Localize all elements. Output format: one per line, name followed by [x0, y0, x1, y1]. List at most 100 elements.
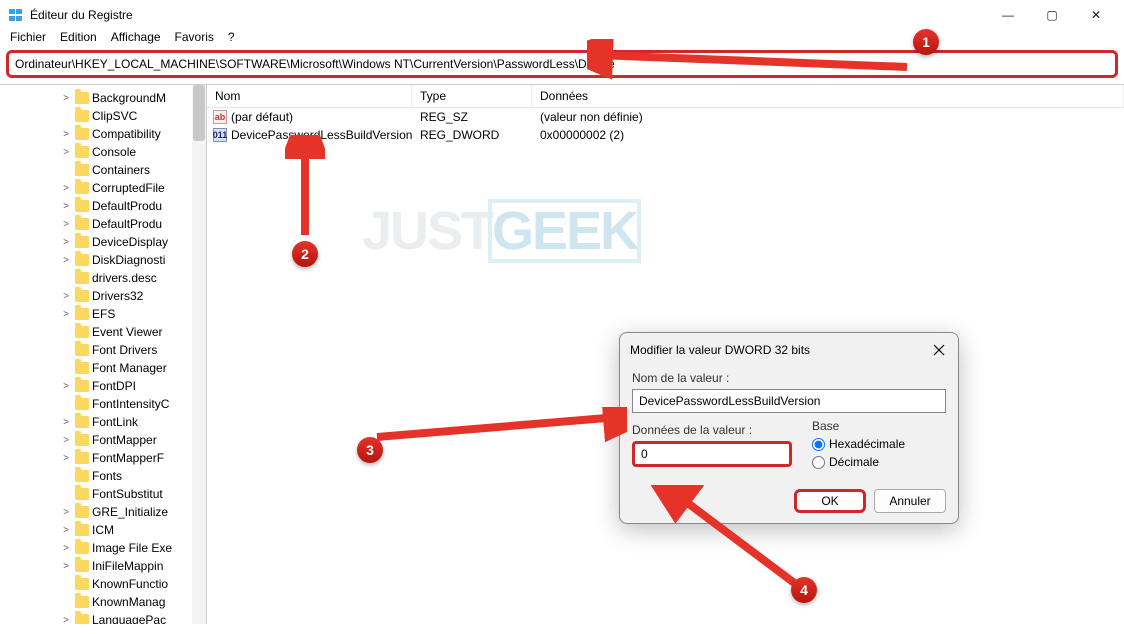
tree-label: Font Drivers — [92, 343, 157, 357]
tree-label: FontSubstitut — [92, 487, 163, 501]
chevron-icon[interactable]: > — [60, 201, 72, 212]
menu-fichier[interactable]: Fichier — [10, 30, 46, 44]
tree-node[interactable]: > FontMapper — [6, 431, 206, 449]
tree-label: FontIntensityC — [92, 397, 169, 411]
chevron-icon[interactable]: > — [60, 237, 72, 248]
folder-icon — [75, 362, 89, 374]
chevron-icon[interactable]: > — [60, 507, 72, 518]
tree-label: LanguagePac — [92, 613, 166, 624]
chevron-icon[interactable]: > — [60, 561, 72, 572]
tree-node[interactable]: Font Manager — [6, 359, 206, 377]
tree-node[interactable]: > BackgroundM — [6, 89, 206, 107]
tree-label: DefaultProdu — [92, 217, 162, 231]
value-data-input[interactable] — [632, 441, 792, 467]
tree-node[interactable]: FontIntensityC — [6, 395, 206, 413]
tree-label: ClipSVC — [92, 109, 137, 123]
tree-node[interactable]: >DefaultProdu — [6, 197, 206, 215]
close-button[interactable]: ✕ — [1074, 0, 1118, 30]
chevron-icon[interactable]: > — [60, 93, 72, 104]
value-row[interactable]: ab(par défaut)REG_SZ(valeur non définie) — [207, 108, 1124, 126]
tree-node[interactable]: >FontDPI — [6, 377, 206, 395]
chevron-icon[interactable]: > — [60, 291, 72, 302]
chevron-icon[interactable]: > — [60, 615, 72, 625]
folder-icon — [75, 182, 89, 194]
arrow-4 — [617, 485, 817, 595]
tree-node[interactable]: > ICM — [6, 521, 206, 539]
tree-label: BackgroundM — [92, 91, 166, 105]
tree-node[interactable]: > Image File Exe — [6, 539, 206, 557]
menu-favoris[interactable]: Favoris — [175, 30, 214, 44]
value-row[interactable]: 011DevicePasswordLessBuildVersionREG_DWO… — [207, 126, 1124, 144]
folder-icon — [75, 290, 89, 302]
radio-hex[interactable] — [812, 438, 825, 451]
value-type: REG_SZ — [412, 110, 532, 124]
folder-icon — [75, 470, 89, 482]
tree-node[interactable]: >Console — [6, 143, 206, 161]
header-nom[interactable]: Nom — [207, 85, 412, 107]
tree-node[interactable]: Fonts — [6, 467, 206, 485]
string-value-icon: ab — [213, 110, 227, 124]
chevron-icon[interactable]: > — [60, 525, 72, 536]
tree-node[interactable]: Font Drivers — [6, 341, 206, 359]
chevron-icon[interactable]: > — [60, 129, 72, 140]
tree-node[interactable]: > DefaultProdu — [6, 215, 206, 233]
tree-label: Image File Exe — [92, 541, 172, 555]
tree-pane[interactable]: > BackgroundM ClipSVC >Compatibility>Consol… — [0, 85, 207, 624]
menu-edition[interactable]: Edition — [60, 30, 97, 44]
folder-icon — [75, 326, 89, 338]
value-name: (par défaut) — [231, 110, 293, 124]
tree-node[interactable]: Event Viewer — [6, 323, 206, 341]
arrow-3 — [367, 407, 627, 447]
tree-node[interactable]: >IniFileMappin — [6, 557, 206, 575]
dialog-close-button[interactable] — [930, 341, 948, 359]
tree-node[interactable]: >CorruptedFile — [6, 179, 206, 197]
tree-node[interactable]: drivers.desc — [6, 269, 206, 287]
tree-scrollbar[interactable] — [192, 85, 206, 624]
tree-node[interactable]: KnownManag — [6, 593, 206, 611]
chevron-icon[interactable]: > — [60, 435, 72, 446]
tree-node[interactable]: > GRE_Initialize — [6, 503, 206, 521]
regedit-icon — [8, 7, 24, 23]
tree-node[interactable]: >FontLink — [6, 413, 206, 431]
chevron-icon[interactable]: > — [60, 183, 72, 194]
tree-label: Font Manager — [92, 361, 167, 375]
radio-dec[interactable] — [812, 456, 825, 469]
header-type[interactable]: Type — [412, 85, 532, 107]
tree-node[interactable]: >EFS — [6, 305, 206, 323]
tree-node[interactable]: > LanguagePac — [6, 611, 206, 624]
tree-node[interactable]: > FontMapperF — [6, 449, 206, 467]
chevron-icon[interactable]: > — [60, 417, 72, 428]
chevron-icon[interactable]: > — [60, 543, 72, 554]
cancel-button[interactable]: Annuler — [874, 489, 946, 513]
chevron-icon[interactable]: > — [60, 453, 72, 464]
tree-node[interactable]: >Compatibility — [6, 125, 206, 143]
value-data: 0x00000002 (2) — [532, 128, 1124, 142]
value-type: REG_DWORD — [412, 128, 532, 142]
tree-node[interactable]: >Drivers32 — [6, 287, 206, 305]
tree-node[interactable]: >DeviceDisplay — [6, 233, 206, 251]
tree-scroll-thumb[interactable] — [193, 85, 205, 141]
tree-label: GRE_Initialize — [92, 505, 168, 519]
tree-node[interactable]: >DiskDiagnosti — [6, 251, 206, 269]
value-name-input[interactable] — [632, 389, 946, 413]
chevron-icon[interactable]: > — [60, 309, 72, 320]
watermark: JUSTGEEK — [362, 200, 637, 262]
minimize-button[interactable]: — — [986, 0, 1030, 30]
menu-affichage[interactable]: Affichage — [111, 30, 161, 44]
tree-node[interactable]: FontSubstitut — [6, 485, 206, 503]
tree-label: FontMapper — [92, 433, 157, 447]
tree-node[interactable]: Containers — [6, 161, 206, 179]
tree-label: drivers.desc — [92, 271, 157, 285]
address-bar[interactable]: Ordinateur\HKEY_LOCAL_MACHINE\SOFTWARE\M… — [6, 50, 1118, 78]
tree-label: FontMapperF — [92, 451, 164, 465]
chevron-icon[interactable]: > — [60, 147, 72, 158]
chevron-icon[interactable]: > — [60, 255, 72, 266]
chevron-icon[interactable]: > — [60, 219, 72, 230]
chevron-icon[interactable]: > — [60, 381, 72, 392]
tree-node[interactable]: KnownFunctio — [6, 575, 206, 593]
folder-icon — [75, 596, 89, 608]
maximize-button[interactable]: ▢ — [1030, 0, 1074, 30]
menu-aide[interactable]: ? — [228, 30, 235, 44]
tree-label: ICM — [92, 523, 114, 537]
tree-node[interactable]: ClipSVC — [6, 107, 206, 125]
